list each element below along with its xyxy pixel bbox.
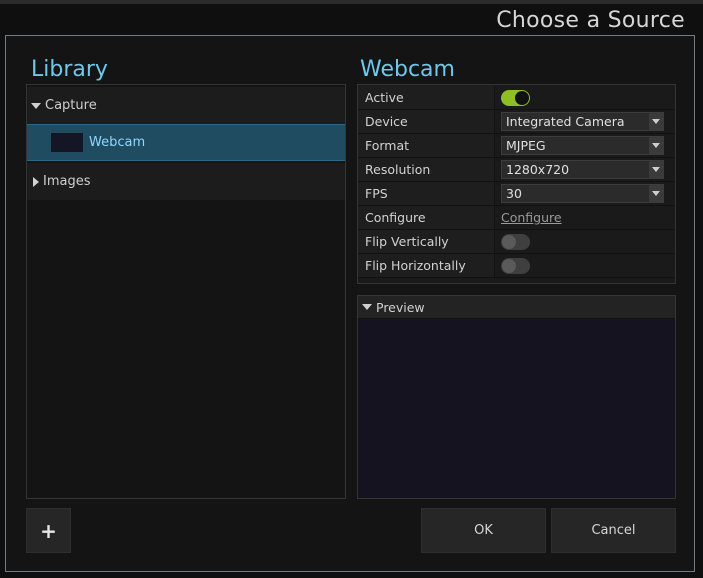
format-select[interactable]: MJPEG (501, 136, 664, 155)
active-toggle[interactable] (501, 89, 530, 106)
prop-row-flip-vertical: Flip Vertically (358, 230, 675, 254)
properties-panel: Active Device Integrated Camera Format M… (357, 84, 676, 284)
prop-label: Flip Horizontally (358, 254, 495, 277)
tree-item-images[interactable]: Images (27, 163, 345, 200)
prop-row-format: Format MJPEG (358, 134, 675, 158)
chevron-down-icon[interactable] (649, 137, 663, 154)
prop-label: Resolution (358, 158, 495, 181)
fps-value: 30 (506, 186, 522, 201)
prop-row-flip-horizontal: Flip Horizontally (358, 254, 675, 278)
add-source-button[interactable]: + (26, 508, 71, 553)
format-value: MJPEG (506, 138, 546, 153)
tree-item-label: Images (43, 174, 91, 189)
prop-row-active: Active (358, 86, 675, 110)
library-heading: Library (31, 57, 108, 82)
device-value: Integrated Camera (506, 114, 625, 129)
chevron-down-icon[interactable] (649, 161, 663, 178)
prop-label: Device (358, 110, 495, 133)
resolution-value: 1280x720 (506, 162, 570, 177)
prop-label: Flip Vertically (358, 230, 495, 253)
prop-label: Active (358, 86, 495, 109)
tree-item-label: Capture (45, 98, 97, 113)
triangle-down-icon[interactable] (31, 102, 41, 109)
dialog-title: Choose a Source (496, 8, 685, 33)
source-heading: Webcam (360, 57, 455, 82)
cancel-button[interactable]: Cancel (551, 508, 676, 553)
device-select[interactable]: Integrated Camera (501, 112, 664, 131)
ok-button[interactable]: OK (421, 508, 546, 553)
tree-item-webcam[interactable]: Webcam (27, 124, 345, 161)
prop-row-fps: FPS 30 (358, 182, 675, 206)
prop-row-device: Device Integrated Camera (358, 110, 675, 134)
prop-row-configure: Configure Configure (358, 206, 675, 230)
triangle-down-icon[interactable] (362, 304, 372, 310)
preview-label: Preview (376, 299, 425, 315)
prop-label: FPS (358, 182, 495, 205)
flip-horizontal-toggle[interactable] (501, 257, 530, 274)
title-bar (0, 0, 703, 4)
configure-link[interactable]: Configure (501, 210, 562, 225)
chevron-down-icon[interactable] (649, 113, 663, 130)
library-panel: Capture Webcam Images (26, 84, 346, 499)
chevron-down-icon[interactable] (649, 185, 663, 202)
prop-row-resolution: Resolution 1280x720 (358, 158, 675, 182)
tree-item-capture[interactable]: Capture (27, 87, 345, 124)
preview-panel: Preview (357, 295, 676, 499)
resolution-select[interactable]: 1280x720 (501, 160, 664, 179)
preview-header[interactable]: Preview (358, 296, 675, 319)
flip-vertical-toggle[interactable] (501, 233, 530, 250)
prop-label: Configure (358, 206, 495, 229)
triangle-right-icon[interactable] (33, 176, 39, 187)
fps-select[interactable]: 30 (501, 184, 664, 203)
webcam-thumbnail (51, 133, 83, 152)
tree-item-label: Webcam (89, 135, 146, 150)
prop-label: Format (358, 134, 495, 157)
